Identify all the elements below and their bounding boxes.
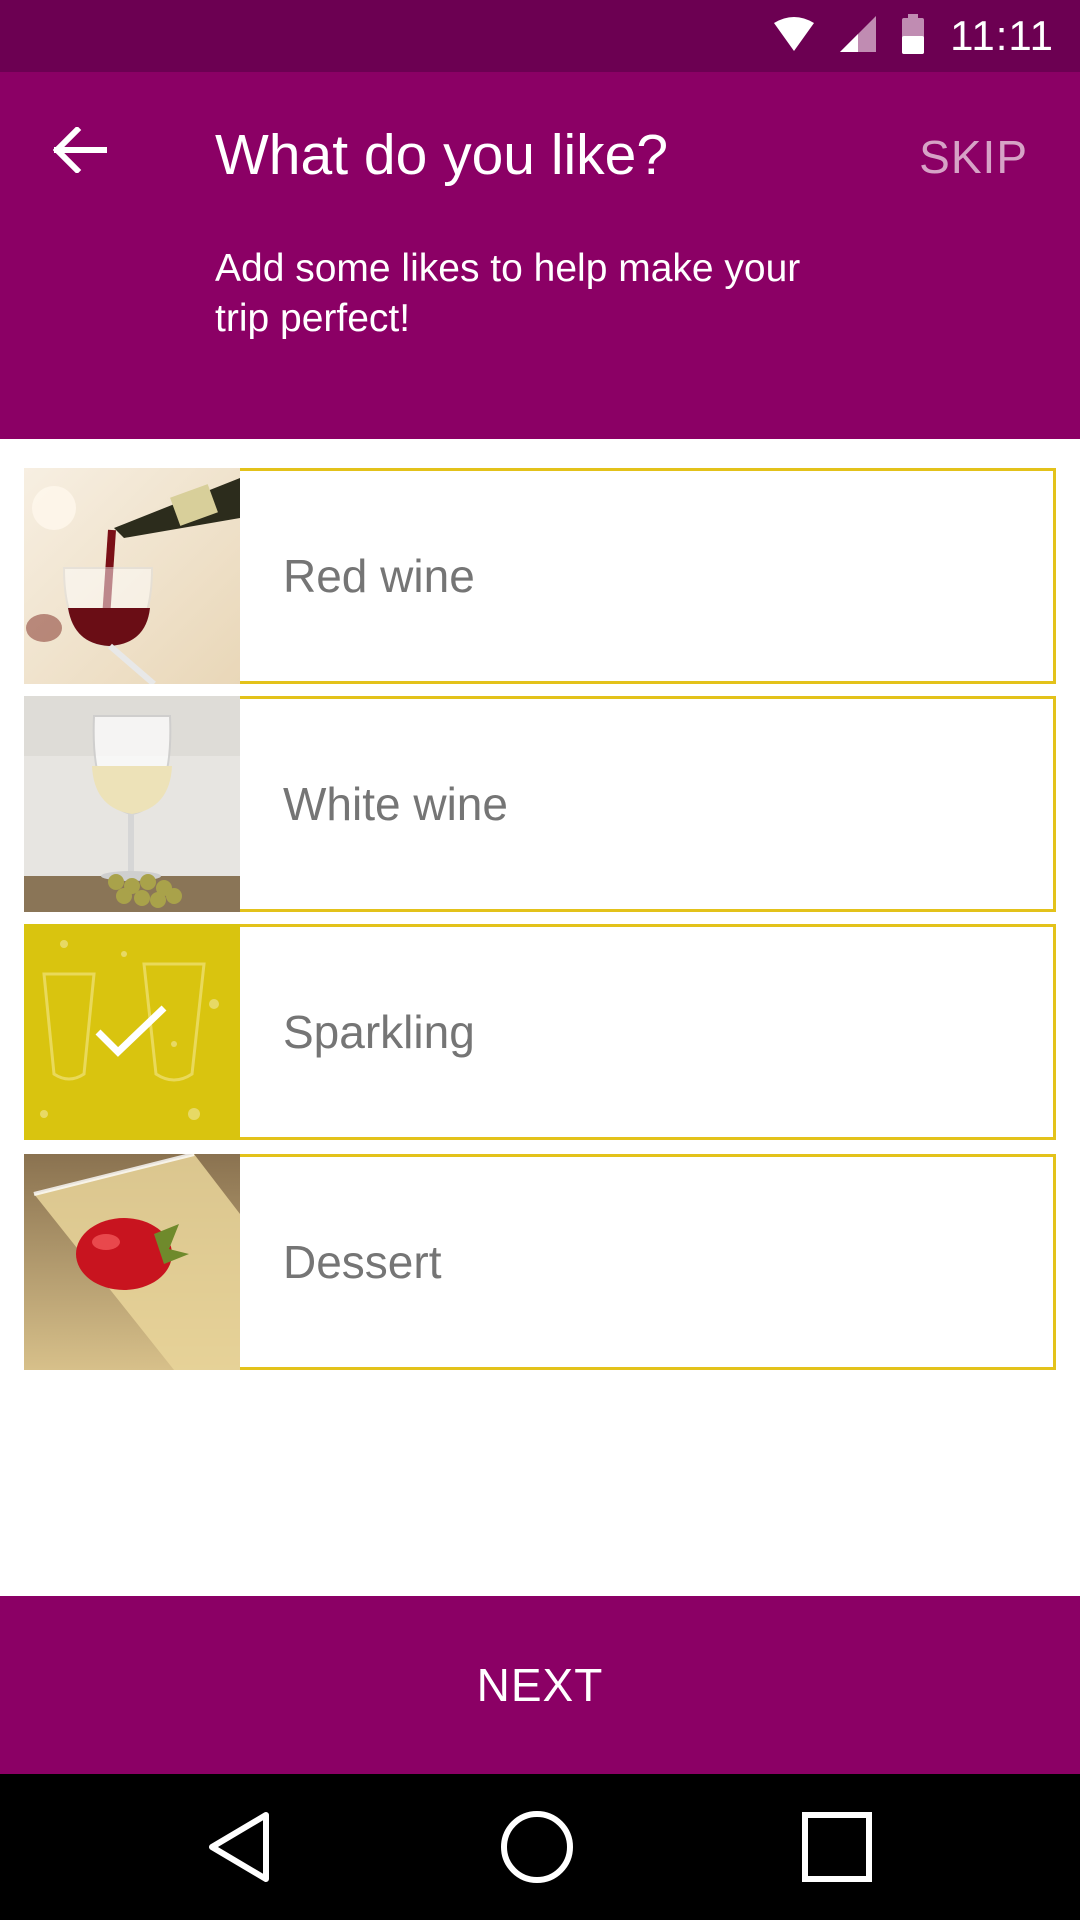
like-item-sparkling[interactable]: Sparkling xyxy=(24,924,1056,1140)
status-time: 11:11 xyxy=(950,12,1054,59)
battery-icon xyxy=(902,13,925,59)
white-wine-image xyxy=(24,696,240,912)
arrow-back-icon xyxy=(52,125,108,178)
sparkling-image-selected xyxy=(24,924,240,1140)
like-item-white-wine[interactable]: White wine xyxy=(24,696,1056,912)
page-title: What do you like? xyxy=(215,123,669,187)
app-header: What do you like? SKIP Add some likes to… xyxy=(0,72,1080,439)
skip-button[interactable]: SKIP xyxy=(919,130,1028,184)
home-circle-icon[interactable] xyxy=(497,1807,577,1887)
like-item-red-wine[interactable]: Red wine xyxy=(24,468,1056,684)
like-label: White wine xyxy=(283,778,508,830)
system-nav-bar xyxy=(0,1774,1080,1920)
next-button[interactable]: NEXT xyxy=(0,1596,1080,1774)
status-bar: 11:11 xyxy=(0,0,1080,72)
back-button[interactable] xyxy=(40,112,120,192)
page-subtitle: Add some likes to help make your trip pe… xyxy=(215,247,801,340)
likes-list: Red wine White wine Sparkling Dessert xyxy=(24,468,1056,1382)
like-item-dessert[interactable]: Dessert xyxy=(24,1154,1056,1370)
next-label: NEXT xyxy=(476,1659,604,1711)
wifi-icon xyxy=(774,16,815,56)
like-label: Dessert xyxy=(283,1236,442,1288)
recents-square-icon[interactable] xyxy=(797,1807,877,1887)
like-label: Red wine xyxy=(283,550,475,602)
checkmark-icon xyxy=(94,1004,168,1063)
status-icons: 11:11 xyxy=(774,0,1054,72)
like-label: Sparkling xyxy=(283,1006,475,1058)
back-triangle-icon[interactable] xyxy=(200,1807,280,1887)
dessert-image xyxy=(24,1154,240,1370)
cell-signal-icon xyxy=(840,15,877,57)
red-wine-image xyxy=(24,468,240,684)
